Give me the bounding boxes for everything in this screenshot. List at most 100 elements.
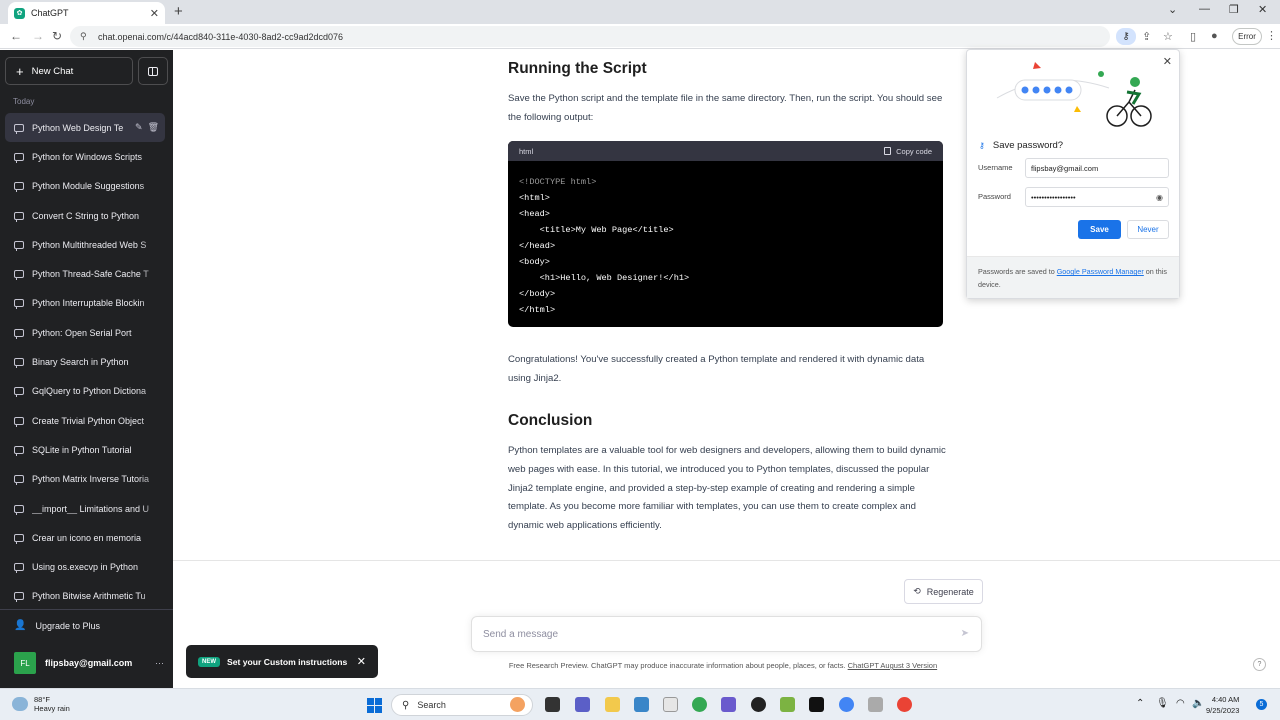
- error-button[interactable]: Error: [1232, 28, 1262, 45]
- side-panel-icon[interactable]: ▯: [1190, 30, 1196, 43]
- history-item[interactable]: Python Multithreaded Web S: [5, 230, 165, 260]
- chat-bubble-icon: [14, 182, 24, 193]
- username-field[interactable]: flipsbay@gmail.com: [1025, 158, 1169, 178]
- sidebar-toggle-icon: [148, 66, 158, 76]
- history-item[interactable]: Python Bitwise Arithmetic Tu: [5, 581, 165, 612]
- history-item[interactable]: __import__ Limitations and U: [5, 493, 165, 524]
- new-chat-button[interactable]: + New Chat: [5, 57, 133, 85]
- notification-badge[interactable]: 5: [1256, 699, 1267, 710]
- volume-icon[interactable]: 🔈: [1192, 698, 1204, 709]
- windows-start-icon[interactable]: [367, 698, 382, 713]
- history-item[interactable]: Python for Windows Scripts: [5, 142, 165, 172]
- share-icon[interactable]: ⇪: [1142, 30, 1151, 43]
- github-icon[interactable]: [751, 697, 766, 712]
- url-text: chat.openai.com/c/44acd840-311e-4030-8ad…: [98, 31, 344, 42]
- history-item[interactable]: Crear un icono en memoria: [5, 523, 165, 553]
- help-button[interactable]: ?: [1253, 658, 1266, 671]
- fade-overlay: [139, 171, 165, 201]
- close-popup-icon[interactable]: ✕: [1163, 55, 1172, 68]
- close-sidebar-button[interactable]: [138, 57, 168, 85]
- app-icon[interactable]: [868, 697, 883, 712]
- task-view-icon[interactable]: [545, 697, 560, 712]
- history-item[interactable]: SQLite in Python Tutorial: [5, 435, 165, 465]
- browser-menu-icon[interactable]: ⋮: [1266, 29, 1277, 42]
- chrome-active-icon[interactable]: [897, 697, 912, 712]
- fade-overlay: [139, 405, 165, 436]
- avatar: FL: [14, 652, 36, 674]
- history-item-label: Create Trivial Python Object: [32, 415, 145, 426]
- password-manager-link[interactable]: Google Password Manager: [1057, 267, 1144, 276]
- close-tab-icon[interactable]: ✕: [150, 7, 159, 20]
- more-dots-icon[interactable]: ···: [155, 658, 164, 668]
- terminal-icon[interactable]: [809, 697, 824, 712]
- message-input[interactable]: Send a message ➤: [471, 616, 982, 652]
- history-item-label: Binary Search in Python: [32, 357, 129, 368]
- fade-overlay: [139, 493, 165, 524]
- send-icon[interactable]: ➤: [961, 628, 969, 639]
- history-item[interactable]: Python Matrix Inverse Tutoria: [5, 464, 165, 494]
- upgrade-button[interactable]: 👤 Upgrade to Plus: [14, 620, 100, 631]
- history-item[interactable]: GqlQuery to Python Dictiona: [5, 376, 165, 406]
- history-item[interactable]: Python: Open Serial Port: [5, 318, 165, 348]
- search-highlight-icon: [510, 697, 525, 712]
- version-link[interactable]: ChatGPT August 3 Version: [848, 661, 938, 670]
- password-key-icon[interactable]: ⚷: [1116, 28, 1136, 45]
- vs-app-icon[interactable]: [721, 697, 736, 712]
- bookmark-star-icon[interactable]: ☆: [1163, 30, 1173, 43]
- photos-app-icon[interactable]: [634, 697, 649, 712]
- history-item[interactable]: Using os.execvp in Python: [5, 552, 165, 582]
- weather-widget[interactable]: 88°F Heavy rain: [12, 695, 70, 713]
- custom-instructions-toast[interactable]: NEW Set your Custom instructions ✕: [186, 645, 378, 678]
- fade-overlay: [139, 259, 165, 289]
- user-icon: 👤: [14, 620, 27, 631]
- save-password-button[interactable]: Save: [1078, 220, 1121, 239]
- chrome-icon[interactable]: [839, 697, 854, 712]
- back-icon[interactable]: ←: [10, 29, 22, 43]
- history-item[interactable]: Binary Search in Python: [5, 347, 165, 377]
- upgrade-label: Upgrade to Plus: [35, 620, 100, 631]
- teams-icon[interactable]: [575, 697, 590, 712]
- history-item[interactable]: Create Trivial Python Object: [5, 405, 165, 436]
- show-password-eye-icon[interactable]: ◉: [1156, 193, 1163, 202]
- microphone-icon[interactable]: 🎙: [1156, 698, 1169, 709]
- fade-overlay: [139, 376, 165, 406]
- history-item[interactable]: Python Web Design Te ✎ 🗑: [5, 113, 165, 143]
- wifi-icon[interactable]: ◠: [1176, 698, 1185, 709]
- system-clock[interactable]: 4:40 AM 9/25/2023: [1206, 694, 1239, 716]
- maximize-icon[interactable]: ❐: [1229, 3, 1239, 16]
- account-menu[interactable]: FL flipsbay@gmail.com ···: [14, 652, 164, 674]
- profile-icon[interactable]: ●: [1211, 30, 1218, 42]
- file-explorer-icon[interactable]: [605, 697, 620, 712]
- copy-code-button[interactable]: Copy code: [884, 147, 932, 156]
- never-button[interactable]: Never: [1127, 220, 1169, 239]
- browser-tab[interactable]: ✿ ChatGPT ✕: [8, 2, 165, 24]
- trash-icon[interactable]: 🗑: [148, 122, 159, 132]
- forward-icon[interactable]: →: [32, 29, 44, 43]
- history-item[interactable]: Python Thread-Safe Cache T: [5, 259, 165, 289]
- notepad-icon[interactable]: [663, 697, 678, 712]
- site-info-icon[interactable]: ⚲: [80, 31, 90, 42]
- new-tab-icon[interactable]: +: [174, 3, 183, 20]
- history-item[interactable]: Python Module Suggestions: [5, 171, 165, 201]
- chat-bubble-icon: [14, 533, 24, 544]
- notepadpp-icon[interactable]: [780, 697, 795, 712]
- search-label: Search: [417, 700, 446, 710]
- history-item[interactable]: Python Interruptable Blockin: [5, 288, 165, 319]
- close-window-icon[interactable]: ✕: [1258, 3, 1267, 16]
- minimize-icon[interactable]: —: [1199, 3, 1210, 15]
- time: 4:40 AM: [1211, 695, 1240, 704]
- history-item[interactable]: Convert C String to Python: [5, 200, 165, 231]
- history-item-label: Convert C String to Python: [32, 210, 140, 221]
- reload-icon[interactable]: ↻: [52, 29, 62, 43]
- tab-search-chevron-icon[interactable]: ⌄: [1168, 3, 1177, 16]
- address-bar[interactable]: ⚲ chat.openai.com/c/44acd840-311e-4030-8…: [70, 26, 1110, 47]
- edit-pencil-icon[interactable]: ✎: [135, 122, 143, 132]
- regenerate-button[interactable]: ⟲ Regenerate: [904, 579, 983, 604]
- close-toast-icon[interactable]: ✕: [357, 655, 366, 668]
- new-badge: NEW: [198, 656, 220, 667]
- password-field[interactable]: ••••••••••••••••• ◉: [1025, 187, 1169, 207]
- weather-text: Heavy rain: [34, 704, 70, 713]
- code-line: <h1>Hello, Web Designer!</h1>: [519, 273, 690, 283]
- chrome-profile-icon[interactable]: [692, 697, 707, 712]
- tray-overflow-icon[interactable]: ⌃: [1136, 698, 1144, 709]
